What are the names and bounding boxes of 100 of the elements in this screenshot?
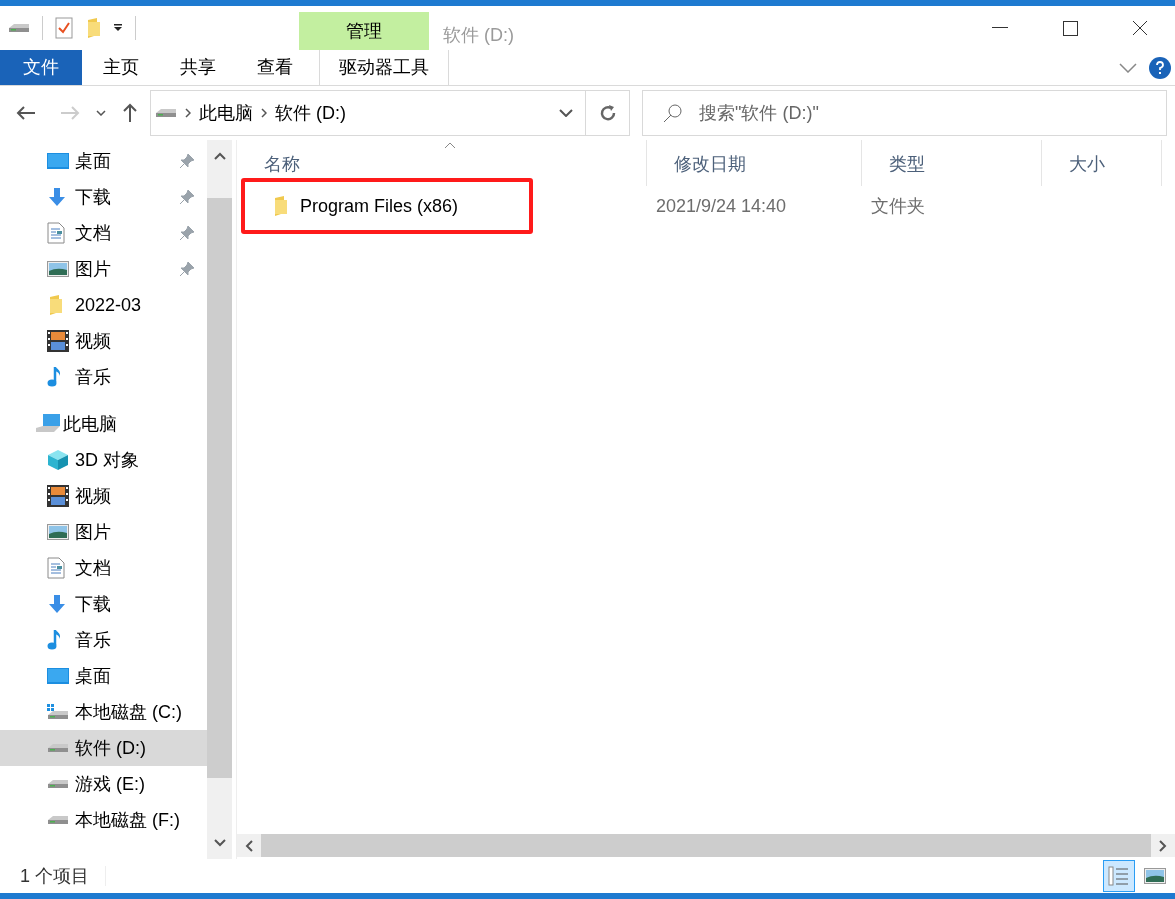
nav-item[interactable]: 图片: [0, 514, 207, 550]
down-arrow-icon: [47, 187, 67, 207]
nav-item[interactable]: 本地磁盘 (C:): [0, 694, 207, 730]
nav-label: 音乐: [75, 628, 112, 652]
nav-label: 3D 对象: [75, 448, 140, 472]
maximize-icon: [1062, 20, 1078, 36]
file-name: Program Files (x86): [300, 194, 459, 218]
nav-item[interactable]: 游戏 (E:): [0, 766, 207, 802]
column-header[interactable]: 名称: [237, 140, 647, 186]
question-icon: [1156, 60, 1164, 75]
back-arrow-icon[interactable]: [16, 105, 36, 121]
up-arrow-icon[interactable]: [122, 103, 138, 123]
folder-icon: [47, 295, 63, 315]
nav-item[interactable]: 视频: [0, 323, 207, 359]
drive-icon: [47, 779, 69, 789]
nav-label: 视频: [75, 329, 112, 353]
nav-label: 2022-03: [75, 293, 143, 317]
status-text: 1 个项目: [19, 864, 90, 888]
horizontal-scrollbar[interactable]: [237, 834, 1175, 857]
nav-item[interactable]: 本地磁盘 (F:): [0, 802, 207, 838]
help-button[interactable]: [1149, 56, 1171, 79]
monitor-icon: [47, 668, 69, 684]
scroll-left-icon[interactable]: [245, 839, 253, 852]
breadcrumb[interactable]: 软件 (D:): [275, 99, 346, 127]
minimize-icon: [992, 27, 1008, 29]
window-title: 软件 (D:): [443, 24, 514, 47]
music-note-icon: [47, 629, 63, 651]
nav-label: 桌面: [75, 149, 112, 173]
address-field[interactable]: 此电脑 软件 (D:): [150, 90, 586, 136]
vertical-scrollbar[interactable]: [207, 140, 232, 859]
landscape-picture-icon: [47, 261, 69, 277]
search-field[interactable]: 搜索"软件 (D:)": [642, 90, 1167, 136]
nav-label: 下载: [75, 592, 112, 616]
nav-label: 音乐: [75, 365, 112, 389]
chevron-down-icon[interactable]: [1119, 62, 1137, 73]
breadcrumb[interactable]: 此电脑: [199, 99, 253, 127]
nav-item[interactable]: 文档: [0, 215, 207, 251]
nav-item[interactable]: 音乐: [0, 622, 207, 658]
down-arrow-icon: [47, 594, 67, 614]
nav-item[interactable]: 图片: [0, 251, 207, 287]
checklist-icon[interactable]: [55, 17, 73, 39]
document-icon: [47, 222, 65, 244]
chevron-right-icon: [185, 108, 191, 118]
dropdown-caret-icon[interactable]: [113, 24, 123, 32]
nav-item[interactable]: 软件 (D:): [0, 730, 207, 766]
ribbon-tab[interactable]: 文件: [0, 50, 82, 85]
column-header[interactable]: 大小: [1042, 140, 1162, 186]
details-view-icon: [1108, 865, 1130, 887]
modified-date: 2021/9/24 14:40: [655, 194, 788, 218]
landscape-picture-icon: [1144, 868, 1166, 884]
nav-item[interactable]: 2022-03: [0, 287, 207, 323]
dropdown-chevron-icon[interactable]: [559, 109, 573, 117]
nav-label: 本地磁盘 (C:): [75, 700, 183, 724]
nav-label: 图片: [75, 257, 112, 281]
search-input[interactable]: 搜索"软件 (D:)": [699, 99, 1166, 127]
chevron-right-icon: [261, 108, 267, 118]
nav-item[interactable]: 下载: [0, 586, 207, 622]
history-caret-icon[interactable]: [96, 110, 106, 116]
nav-label: 桌面: [75, 664, 112, 688]
view-button[interactable]: [1103, 860, 1135, 892]
nav-item[interactable]: 音乐: [0, 359, 207, 395]
drive-icon: [155, 108, 177, 118]
close-icon: [1132, 20, 1148, 36]
nav-item[interactable]: 视频: [0, 478, 207, 514]
music-note-icon: [47, 366, 63, 388]
ribbon-tab[interactable]: 主页: [82, 50, 159, 85]
column-header[interactable]: 类型: [862, 140, 1042, 186]
nav-item[interactable]: 桌面: [0, 658, 207, 694]
nav-label: 游戏 (E:): [75, 772, 146, 796]
search-icon: [663, 103, 683, 123]
nav-item[interactable]: 文档: [0, 550, 207, 586]
nav-label: 文档: [75, 556, 112, 580]
nav-item[interactable]: 桌面: [0, 143, 207, 179]
ribbon-tab[interactable]: 驱动器工具: [319, 50, 449, 85]
nav-label: 文档: [75, 221, 112, 245]
landscape-picture-icon: [47, 524, 69, 540]
nav-item[interactable]: 3D 对象: [0, 442, 207, 478]
monitor-icon: [47, 153, 69, 169]
nav-item[interactable]: 下载: [0, 179, 207, 215]
scroll-right-icon[interactable]: [1159, 839, 1167, 852]
nav-label: 本地磁盘 (F:): [75, 808, 181, 832]
refresh-button[interactable]: [586, 90, 630, 136]
cube-icon: [47, 449, 69, 471]
file-type: 文件夹: [870, 194, 926, 218]
nav-label: 此电脑: [63, 412, 118, 436]
context-group-label: 管理: [346, 19, 382, 43]
nav-label: 下载: [75, 185, 112, 209]
nav-item[interactable]: 此电脑: [0, 406, 207, 442]
scroll-up-icon[interactable]: [213, 152, 226, 160]
nav-label: 视频: [75, 484, 112, 508]
film-strip-icon: [47, 330, 69, 352]
system-drive-icon: [47, 704, 69, 720]
drive-icon: [8, 23, 30, 33]
column-header[interactable]: 修改日期: [647, 140, 862, 186]
refresh-icon: [598, 104, 617, 122]
computer-icon: [35, 414, 61, 434]
scroll-down-icon[interactable]: [213, 839, 226, 847]
nav-label: 软件 (D:): [75, 736, 147, 760]
ribbon-tab[interactable]: 共享: [159, 50, 236, 85]
ribbon-tab[interactable]: 查看: [236, 50, 313, 85]
